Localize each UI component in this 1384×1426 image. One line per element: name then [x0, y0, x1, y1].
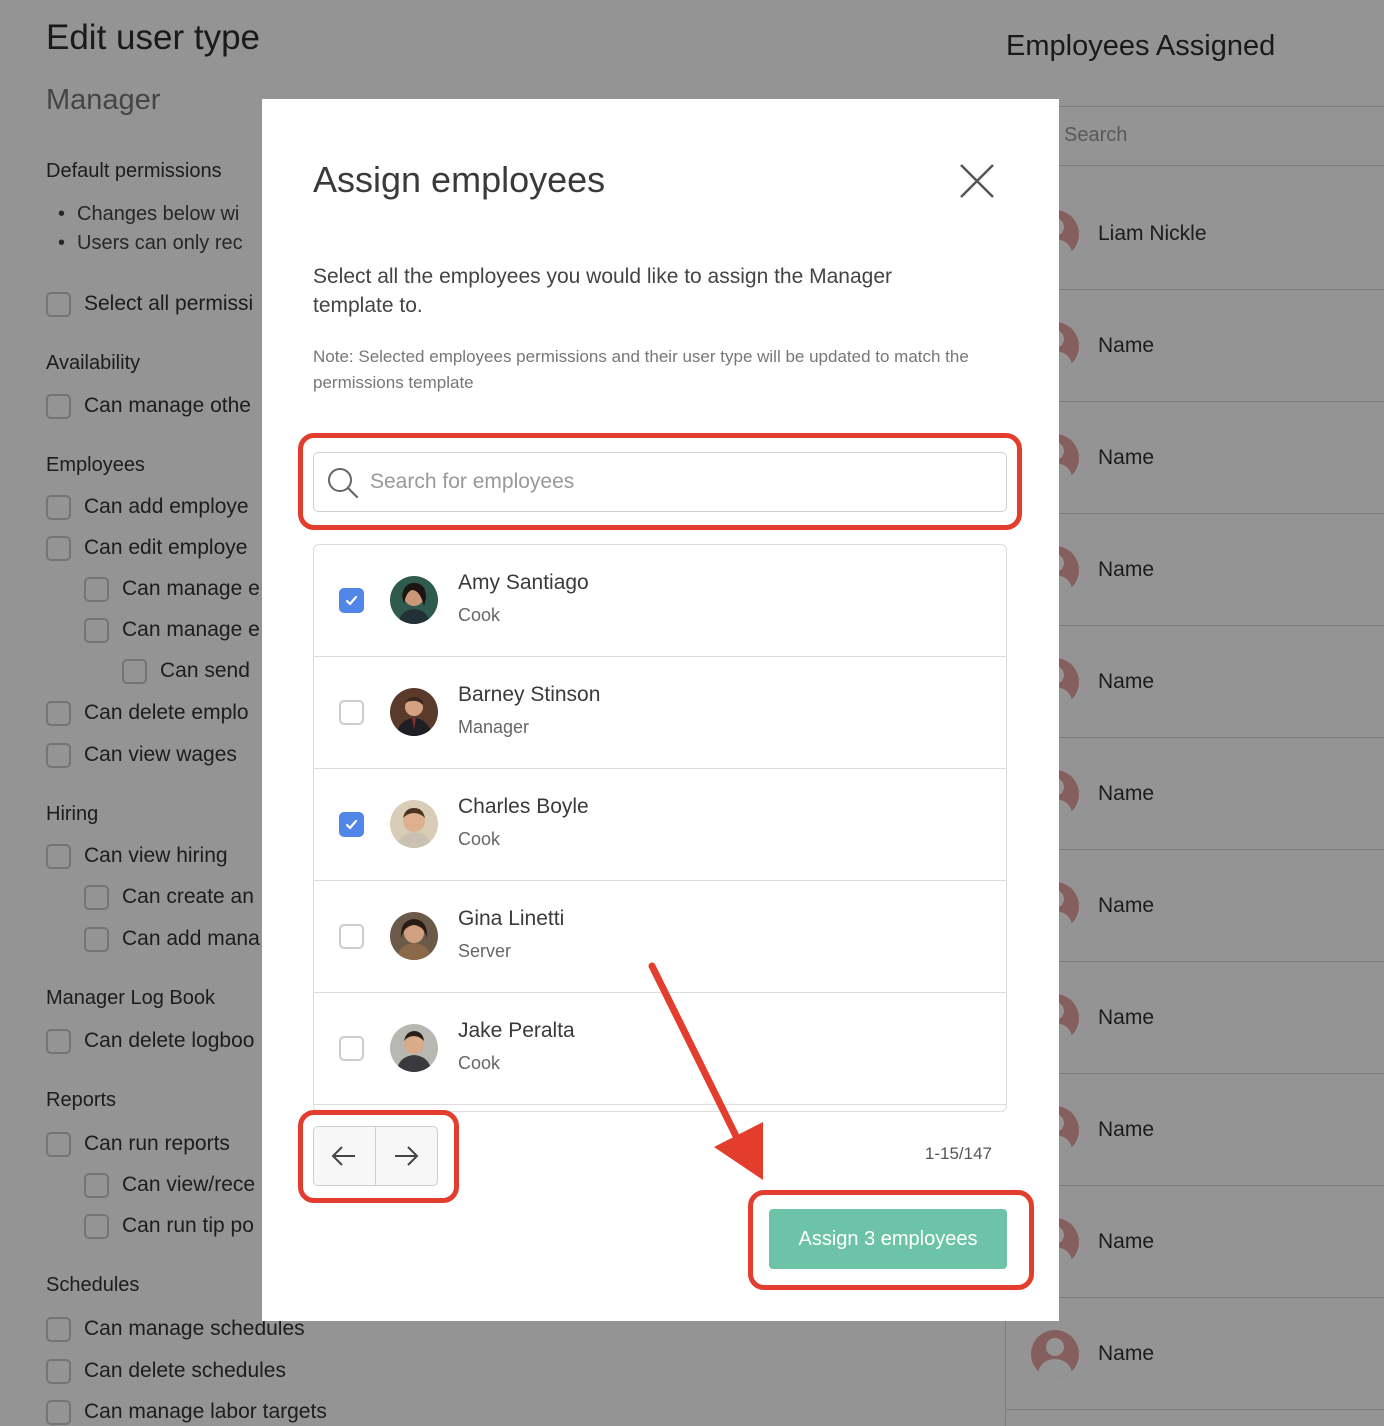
- employee-checkbox[interactable]: [339, 924, 364, 949]
- employee-row[interactable]: Gina Linetti Server: [314, 881, 1006, 993]
- employee-avatar: [390, 1024, 438, 1072]
- employee-avatar: [390, 800, 438, 848]
- employee-name: Barney Stinson: [458, 683, 601, 706]
- close-icon[interactable]: [957, 161, 997, 201]
- employee-checkbox[interactable]: [339, 812, 364, 837]
- employee-role: Cook: [458, 829, 501, 849]
- employee-role: Manager: [458, 717, 530, 737]
- check-icon: [345, 595, 358, 606]
- search-highlight-box: [298, 433, 1022, 530]
- employee-avatar: [390, 688, 438, 736]
- employee-name: Amy Santiago: [458, 571, 589, 594]
- employee-list: Amy Santiago Cook Barney Stinson Manager…: [313, 544, 1007, 1112]
- employee-row[interactable]: Amy Santiago Cook: [314, 545, 1006, 657]
- employee-name: Charles Boyle: [458, 795, 589, 818]
- employee-avatar: [390, 912, 438, 960]
- employee-row[interactable]: Charles Boyle Cook: [314, 769, 1006, 881]
- check-icon: [345, 819, 358, 830]
- employee-checkbox[interactable]: [339, 700, 364, 725]
- employee-avatar: [390, 576, 438, 624]
- pagination-count: 1-15/147: [924, 1144, 992, 1163]
- pagination-highlight-box: [298, 1110, 459, 1203]
- employee-role: Cook: [458, 1053, 501, 1073]
- employee-name: Jake Peralta: [458, 1019, 575, 1042]
- employee-row[interactable]: Jake Peralta Cook: [314, 993, 1006, 1105]
- modal-note: Note: Selected employees permissions and…: [313, 347, 969, 392]
- employee-role: Server: [458, 941, 512, 961]
- employee-role: Cook: [458, 605, 501, 625]
- employee-row[interactable]: Barney Stinson Manager: [314, 657, 1006, 769]
- assign-button-highlight-box: [748, 1190, 1034, 1290]
- modal-title: Assign employees: [313, 159, 606, 200]
- employee-checkbox[interactable]: [339, 1036, 364, 1061]
- modal-description: Select all the employees you would like …: [313, 265, 892, 317]
- employee-checkbox[interactable]: [339, 588, 364, 613]
- employee-name: Gina Linetti: [458, 907, 565, 930]
